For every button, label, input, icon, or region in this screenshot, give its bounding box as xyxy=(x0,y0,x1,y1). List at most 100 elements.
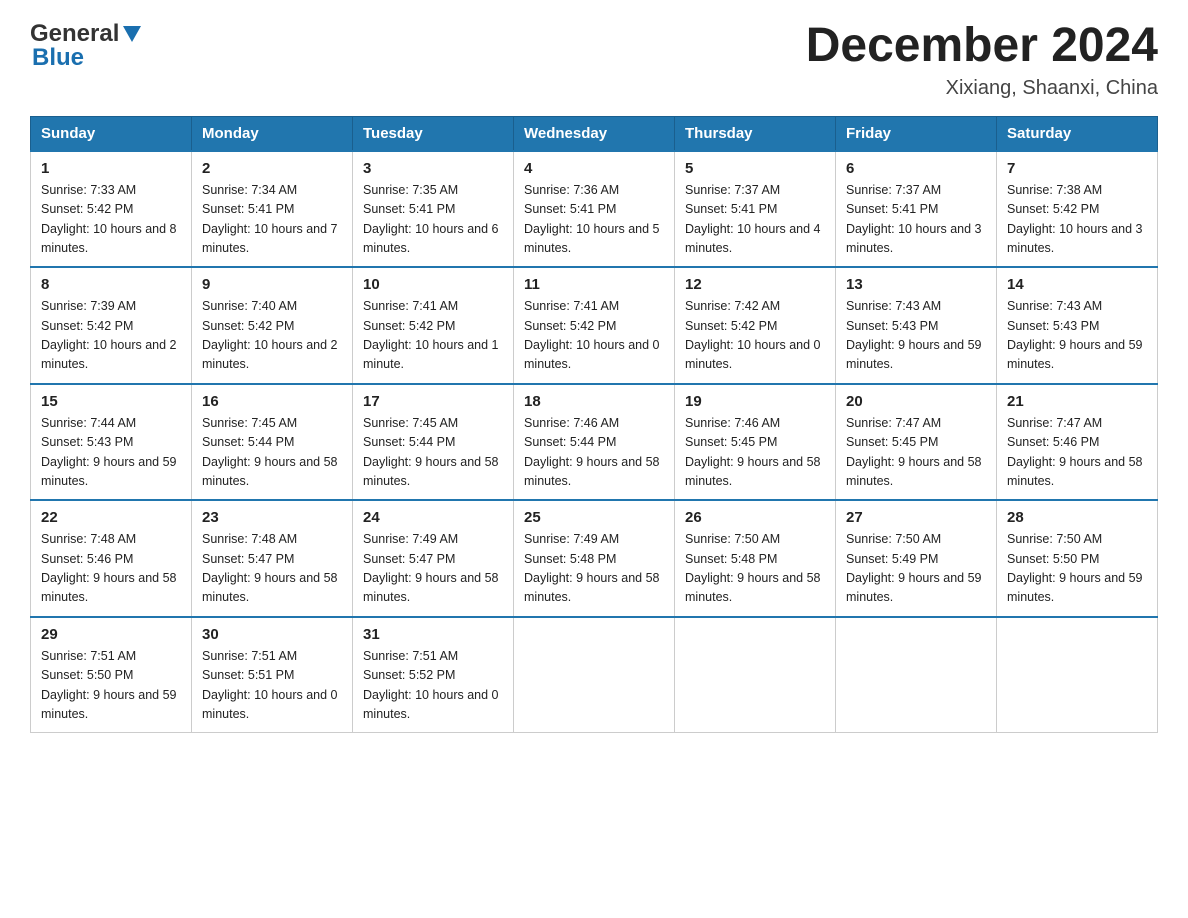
day-info: Sunrise: 7:36 AMSunset: 5:41 PMDaylight:… xyxy=(524,183,660,255)
day-number: 25 xyxy=(524,509,664,526)
calendar-cell: 24 Sunrise: 7:49 AMSunset: 5:47 PMDaylig… xyxy=(353,500,514,617)
calendar-cell xyxy=(675,617,836,733)
day-number: 4 xyxy=(524,160,664,177)
day-info: Sunrise: 7:42 AMSunset: 5:42 PMDaylight:… xyxy=(685,299,821,371)
day-number: 17 xyxy=(363,393,503,410)
calendar-cell: 27 Sunrise: 7:50 AMSunset: 5:49 PMDaylig… xyxy=(836,500,997,617)
calendar-cell: 21 Sunrise: 7:47 AMSunset: 5:46 PMDaylig… xyxy=(997,384,1158,501)
day-info: Sunrise: 7:50 AMSunset: 5:49 PMDaylight:… xyxy=(846,532,982,604)
calendar-cell: 30 Sunrise: 7:51 AMSunset: 5:51 PMDaylig… xyxy=(192,617,353,733)
col-header-friday: Friday xyxy=(836,116,997,151)
day-number: 21 xyxy=(1007,393,1147,410)
day-number: 18 xyxy=(524,393,664,410)
logo-triangle-icon xyxy=(121,22,143,44)
calendar-cell: 6 Sunrise: 7:37 AMSunset: 5:41 PMDayligh… xyxy=(836,151,997,268)
calendar-cell: 20 Sunrise: 7:47 AMSunset: 5:45 PMDaylig… xyxy=(836,384,997,501)
day-number: 14 xyxy=(1007,276,1147,293)
day-info: Sunrise: 7:50 AMSunset: 5:50 PMDaylight:… xyxy=(1007,532,1143,604)
location-subtitle: Xixiang, Shaanxi, China xyxy=(806,77,1158,100)
calendar-cell: 8 Sunrise: 7:39 AMSunset: 5:42 PMDayligh… xyxy=(31,267,192,384)
calendar-cell: 4 Sunrise: 7:36 AMSunset: 5:41 PMDayligh… xyxy=(514,151,675,268)
calendar-cell: 11 Sunrise: 7:41 AMSunset: 5:42 PMDaylig… xyxy=(514,267,675,384)
calendar-cell: 28 Sunrise: 7:50 AMSunset: 5:50 PMDaylig… xyxy=(997,500,1158,617)
calendar-cell xyxy=(514,617,675,733)
day-info: Sunrise: 7:34 AMSunset: 5:41 PMDaylight:… xyxy=(202,183,338,255)
week-row-4: 22 Sunrise: 7:48 AMSunset: 5:46 PMDaylig… xyxy=(31,500,1158,617)
day-number: 24 xyxy=(363,509,503,526)
page-header: General Blue December 2024 Xixiang, Shaa… xyxy=(30,20,1158,100)
day-number: 28 xyxy=(1007,509,1147,526)
day-number: 26 xyxy=(685,509,825,526)
calendar-cell xyxy=(997,617,1158,733)
day-info: Sunrise: 7:49 AMSunset: 5:47 PMDaylight:… xyxy=(363,532,499,604)
calendar-cell: 13 Sunrise: 7:43 AMSunset: 5:43 PMDaylig… xyxy=(836,267,997,384)
day-number: 7 xyxy=(1007,160,1147,177)
day-number: 30 xyxy=(202,626,342,643)
day-number: 1 xyxy=(41,160,181,177)
day-info: Sunrise: 7:45 AMSunset: 5:44 PMDaylight:… xyxy=(202,416,338,488)
day-info: Sunrise: 7:40 AMSunset: 5:42 PMDaylight:… xyxy=(202,299,338,371)
day-number: 31 xyxy=(363,626,503,643)
day-number: 29 xyxy=(41,626,181,643)
calendar-cell: 23 Sunrise: 7:48 AMSunset: 5:47 PMDaylig… xyxy=(192,500,353,617)
calendar-cell: 25 Sunrise: 7:49 AMSunset: 5:48 PMDaylig… xyxy=(514,500,675,617)
day-info: Sunrise: 7:37 AMSunset: 5:41 PMDaylight:… xyxy=(685,183,821,255)
col-header-thursday: Thursday xyxy=(675,116,836,151)
day-info: Sunrise: 7:39 AMSunset: 5:42 PMDaylight:… xyxy=(41,299,177,371)
day-number: 16 xyxy=(202,393,342,410)
calendar-cell: 15 Sunrise: 7:44 AMSunset: 5:43 PMDaylig… xyxy=(31,384,192,501)
day-number: 10 xyxy=(363,276,503,293)
calendar-cell: 22 Sunrise: 7:48 AMSunset: 5:46 PMDaylig… xyxy=(31,500,192,617)
calendar-cell: 3 Sunrise: 7:35 AMSunset: 5:41 PMDayligh… xyxy=(353,151,514,268)
day-info: Sunrise: 7:49 AMSunset: 5:48 PMDaylight:… xyxy=(524,532,660,604)
day-info: Sunrise: 7:38 AMSunset: 5:42 PMDaylight:… xyxy=(1007,183,1143,255)
day-info: Sunrise: 7:47 AMSunset: 5:46 PMDaylight:… xyxy=(1007,416,1143,488)
title-area: December 2024 Xixiang, Shaanxi, China xyxy=(806,20,1158,100)
day-info: Sunrise: 7:44 AMSunset: 5:43 PMDaylight:… xyxy=(41,416,177,488)
day-info: Sunrise: 7:35 AMSunset: 5:41 PMDaylight:… xyxy=(363,183,499,255)
day-info: Sunrise: 7:51 AMSunset: 5:51 PMDaylight:… xyxy=(202,649,338,721)
week-row-5: 29 Sunrise: 7:51 AMSunset: 5:50 PMDaylig… xyxy=(31,617,1158,733)
day-info: Sunrise: 7:48 AMSunset: 5:47 PMDaylight:… xyxy=(202,532,338,604)
week-row-1: 1 Sunrise: 7:33 AMSunset: 5:42 PMDayligh… xyxy=(31,151,1158,268)
day-number: 20 xyxy=(846,393,986,410)
day-number: 3 xyxy=(363,160,503,177)
day-info: Sunrise: 7:50 AMSunset: 5:48 PMDaylight:… xyxy=(685,532,821,604)
logo-blue-text: Blue xyxy=(32,44,84,72)
col-header-wednesday: Wednesday xyxy=(514,116,675,151)
calendar-cell: 14 Sunrise: 7:43 AMSunset: 5:43 PMDaylig… xyxy=(997,267,1158,384)
day-number: 22 xyxy=(41,509,181,526)
calendar-table: SundayMondayTuesdayWednesdayThursdayFrid… xyxy=(30,116,1158,734)
day-number: 8 xyxy=(41,276,181,293)
day-info: Sunrise: 7:45 AMSunset: 5:44 PMDaylight:… xyxy=(363,416,499,488)
calendar-cell: 2 Sunrise: 7:34 AMSunset: 5:41 PMDayligh… xyxy=(192,151,353,268)
calendar-cell: 26 Sunrise: 7:50 AMSunset: 5:48 PMDaylig… xyxy=(675,500,836,617)
calendar-cell: 18 Sunrise: 7:46 AMSunset: 5:44 PMDaylig… xyxy=(514,384,675,501)
day-info: Sunrise: 7:43 AMSunset: 5:43 PMDaylight:… xyxy=(846,299,982,371)
col-header-monday: Monday xyxy=(192,116,353,151)
day-info: Sunrise: 7:51 AMSunset: 5:50 PMDaylight:… xyxy=(41,649,177,721)
day-number: 12 xyxy=(685,276,825,293)
week-row-3: 15 Sunrise: 7:44 AMSunset: 5:43 PMDaylig… xyxy=(31,384,1158,501)
day-number: 23 xyxy=(202,509,342,526)
day-number: 15 xyxy=(41,393,181,410)
day-info: Sunrise: 7:43 AMSunset: 5:43 PMDaylight:… xyxy=(1007,299,1143,371)
calendar-cell xyxy=(836,617,997,733)
calendar-cell: 9 Sunrise: 7:40 AMSunset: 5:42 PMDayligh… xyxy=(192,267,353,384)
calendar-cell: 19 Sunrise: 7:46 AMSunset: 5:45 PMDaylig… xyxy=(675,384,836,501)
day-info: Sunrise: 7:48 AMSunset: 5:46 PMDaylight:… xyxy=(41,532,177,604)
calendar-cell: 12 Sunrise: 7:42 AMSunset: 5:42 PMDaylig… xyxy=(675,267,836,384)
calendar-cell: 1 Sunrise: 7:33 AMSunset: 5:42 PMDayligh… xyxy=(31,151,192,268)
day-info: Sunrise: 7:46 AMSunset: 5:45 PMDaylight:… xyxy=(685,416,821,488)
calendar-header-row: SundayMondayTuesdayWednesdayThursdayFrid… xyxy=(31,116,1158,151)
col-header-saturday: Saturday xyxy=(997,116,1158,151)
day-info: Sunrise: 7:46 AMSunset: 5:44 PMDaylight:… xyxy=(524,416,660,488)
day-number: 6 xyxy=(846,160,986,177)
col-header-sunday: Sunday xyxy=(31,116,192,151)
day-info: Sunrise: 7:33 AMSunset: 5:42 PMDaylight:… xyxy=(41,183,177,255)
day-number: 9 xyxy=(202,276,342,293)
calendar-cell: 29 Sunrise: 7:51 AMSunset: 5:50 PMDaylig… xyxy=(31,617,192,733)
month-year-title: December 2024 xyxy=(806,20,1158,73)
day-number: 13 xyxy=(846,276,986,293)
day-info: Sunrise: 7:41 AMSunset: 5:42 PMDaylight:… xyxy=(524,299,660,371)
